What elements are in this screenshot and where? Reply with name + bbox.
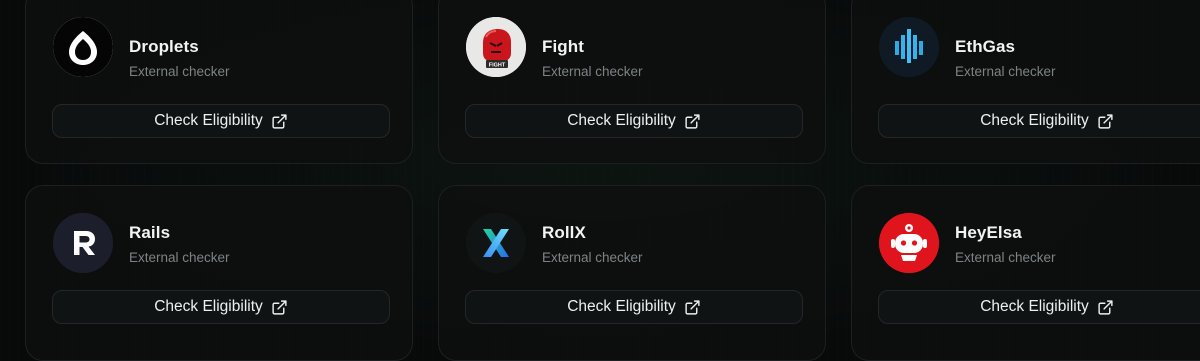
check-eligibility-button[interactable]: Check Eligibility <box>465 290 803 324</box>
droplets-logo-icon <box>53 17 113 77</box>
rails-logo-icon <box>53 213 113 273</box>
check-eligibility-button[interactable]: Check Eligibility <box>52 104 390 138</box>
project-name: EthGas <box>955 37 1016 56</box>
project-card-droplets: Droplets External checker Check Eligibil… <box>25 0 413 164</box>
project-subtitle: External checker <box>542 250 643 265</box>
external-link-icon <box>271 113 288 130</box>
check-eligibility-button[interactable]: Check Eligibility <box>465 104 803 138</box>
project-subtitle: External checker <box>955 64 1056 79</box>
svg-text:FIGHT: FIGHT <box>489 63 506 69</box>
button-label: Check Eligibility <box>154 112 263 129</box>
external-link-icon <box>684 113 701 130</box>
external-link-icon <box>1097 299 1114 316</box>
button-label: Check Eligibility <box>567 298 676 315</box>
external-link-icon <box>684 299 701 316</box>
button-label: Check Eligibility <box>980 112 1089 129</box>
project-card-fight: FIGHT Fight External checker Check Eligi… <box>438 0 826 164</box>
external-link-icon <box>1097 113 1114 130</box>
check-eligibility-button[interactable]: Check Eligibility <box>878 104 1200 138</box>
project-card-rollx: RollX External checker Check Eligibility <box>438 185 826 361</box>
button-label: Check Eligibility <box>567 112 676 129</box>
ethgas-logo-icon <box>879 17 939 77</box>
project-subtitle: External checker <box>129 64 230 79</box>
button-label: Check Eligibility <box>154 298 263 315</box>
project-name: RollX <box>542 223 586 242</box>
fight-logo-icon: FIGHT <box>466 17 526 77</box>
project-subtitle: External checker <box>129 250 230 265</box>
project-subtitle: External checker <box>542 64 643 79</box>
rollx-logo-icon <box>466 213 526 273</box>
heyelsa-logo-icon <box>879 213 939 273</box>
check-eligibility-button[interactable]: Check Eligibility <box>878 290 1200 324</box>
project-name: Rails <box>129 223 171 242</box>
project-card-heyelsa: HeyElsa External checker Check Eligibili… <box>851 185 1200 361</box>
project-name: HeyElsa <box>955 223 1022 242</box>
project-name: Droplets <box>129 37 199 56</box>
project-subtitle: External checker <box>955 250 1056 265</box>
project-card-ethgas: EthGas External checker Check Eligibilit… <box>851 0 1200 164</box>
button-label: Check Eligibility <box>980 298 1089 315</box>
external-link-icon <box>271 299 288 316</box>
check-eligibility-button[interactable]: Check Eligibility <box>52 290 390 324</box>
project-card-rails: Rails External checker Check Eligibility <box>25 185 413 361</box>
project-name: Fight <box>542 37 585 56</box>
